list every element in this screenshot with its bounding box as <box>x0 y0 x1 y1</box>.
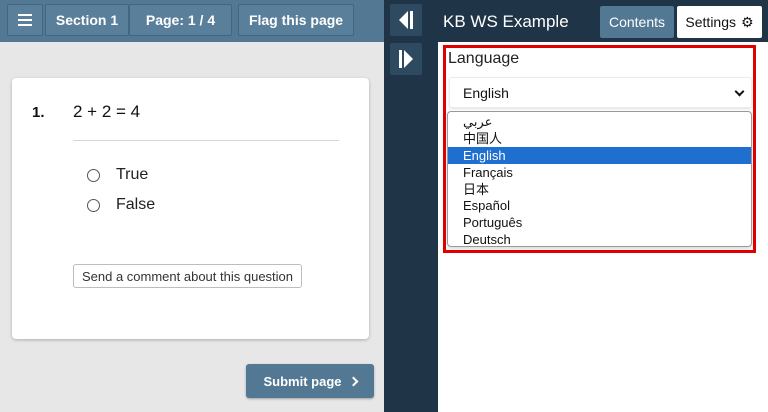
submit-page-button[interactable]: Submit page <box>246 364 374 398</box>
language-label: Language <box>448 50 520 67</box>
language-dropdown-list: عربي 中国人 English Français 日本 Español Português… <box>447 111 752 247</box>
language-option[interactable]: 日本 <box>448 181 751 198</box>
submit-label: Submit page <box>263 373 342 389</box>
question-divider <box>73 140 339 141</box>
option-false[interactable]: False <box>87 196 155 214</box>
language-option[interactable]: عربي <box>448 113 751 130</box>
question-number: 1. <box>32 104 45 121</box>
language-option[interactable]: Português <box>448 214 751 231</box>
collapse-icon <box>399 11 413 29</box>
gear-icon: ⚙ <box>741 14 754 30</box>
hamburger-icon <box>18 14 32 26</box>
comment-button[interactable]: Send a comment about this question <box>73 264 302 288</box>
tab-settings[interactable]: Settings ⚙ <box>677 6 762 38</box>
language-select-value: English <box>463 84 509 101</box>
tab-contents[interactable]: Contents <box>600 6 674 38</box>
radio-true[interactable] <box>87 168 100 182</box>
question-card: 1. 2 + 2 = 4 True False Send a comment a… <box>12 78 369 339</box>
expand-panel-button[interactable] <box>390 43 422 75</box>
test-area: Section 1 Page: 1 / 4 Flag this page 1. … <box>0 0 384 412</box>
language-option[interactable]: Deutsch <box>448 231 751 246</box>
option-true-label: True <box>116 166 149 183</box>
top-toolbar: Section 1 Page: 1 / 4 Flag this page <box>0 0 384 42</box>
collapse-panel-button[interactable] <box>390 4 422 36</box>
option-false-label: False <box>116 196 156 213</box>
language-option[interactable]: Español <box>448 197 751 214</box>
language-option[interactable]: English <box>448 146 751 164</box>
menu-button[interactable] <box>7 4 43 36</box>
page-indicator-button[interactable]: Page: 1 / 4 <box>129 4 232 36</box>
flag-page-button[interactable]: Flag this page <box>238 4 354 36</box>
language-select[interactable]: English <box>449 77 752 108</box>
language-option[interactable]: 中国人 <box>448 130 751 147</box>
language-option[interactable]: Français <box>448 164 751 181</box>
panel-title: KB WS Example <box>443 12 569 31</box>
option-true[interactable]: True <box>87 166 148 184</box>
chevron-right-icon <box>348 376 358 386</box>
question-text: 2 + 2 = 4 <box>73 102 141 121</box>
section-button[interactable]: Section 1 <box>45 4 129 36</box>
radio-false[interactable] <box>87 198 100 212</box>
tab-settings-label: Settings <box>685 14 737 30</box>
expand-icon <box>399 50 413 68</box>
chevron-down-icon <box>734 86 745 97</box>
panel-toggle-strip <box>384 0 438 412</box>
